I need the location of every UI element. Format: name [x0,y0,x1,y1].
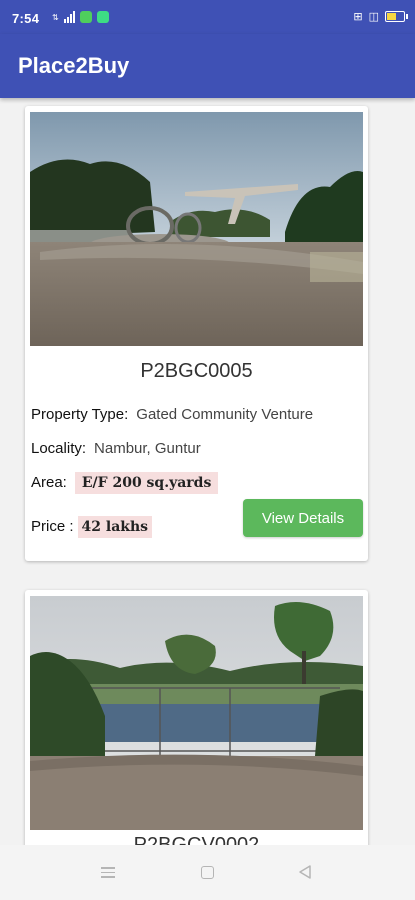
locality-label: Locality: [31,440,87,457]
back-icon[interactable] [298,864,312,885]
price-value: 42 lakhs [77,516,153,538]
area-label: Area: [31,474,67,491]
locality-value: Nambur, Guntur [94,440,201,457]
status-bar: 7:54 ⇅ ⊞ ◫ [0,0,415,34]
whatsapp-icon [79,11,92,23]
property-photo[interactable] [30,112,363,346]
locality-row: Locality: Nambur, Guntur [31,440,201,457]
property-card[interactable]: P2BGCV0002 [25,590,368,845]
property-type-label: Property Type: [31,406,129,423]
battery-icon [385,11,408,22]
price-label: Price : [31,518,74,535]
listing-feed[interactable]: P2BGC0005 Property Type: Gated Community … [0,98,415,845]
price-row: Price :42 lakhs [31,516,153,538]
signal-icon [63,11,75,23]
recent-apps-icon[interactable] [101,867,115,881]
messages-icon [96,11,109,23]
app-title: Place2Buy [18,53,130,78]
area-row: Area: E/F 200 sq.yards [31,472,219,494]
home-icon[interactable] [201,866,214,879]
area-value: E/F 200 sq.yards [74,472,219,494]
property-id: P2BGC0005 [140,360,253,382]
status-time: 7:54 [12,11,40,26]
hotspot-icon: ⊞ [353,11,363,23]
property-photo[interactable] [30,596,363,830]
property-type-row: Property Type: Gated Community Venture [31,406,313,423]
property-card[interactable]: P2BGC0005 Property Type: Gated Community … [25,106,368,561]
view-details-button[interactable]: View Details [243,499,363,537]
property-type-value: Gated Community Venture [136,406,314,423]
navigation-bar [0,845,415,900]
app-bar: Place2Buy [0,34,415,98]
property-id: P2BGCV0002 [133,834,260,845]
network-activity-icon: ⇅ [52,12,59,22]
vibrate-icon: ◫ [368,11,379,23]
